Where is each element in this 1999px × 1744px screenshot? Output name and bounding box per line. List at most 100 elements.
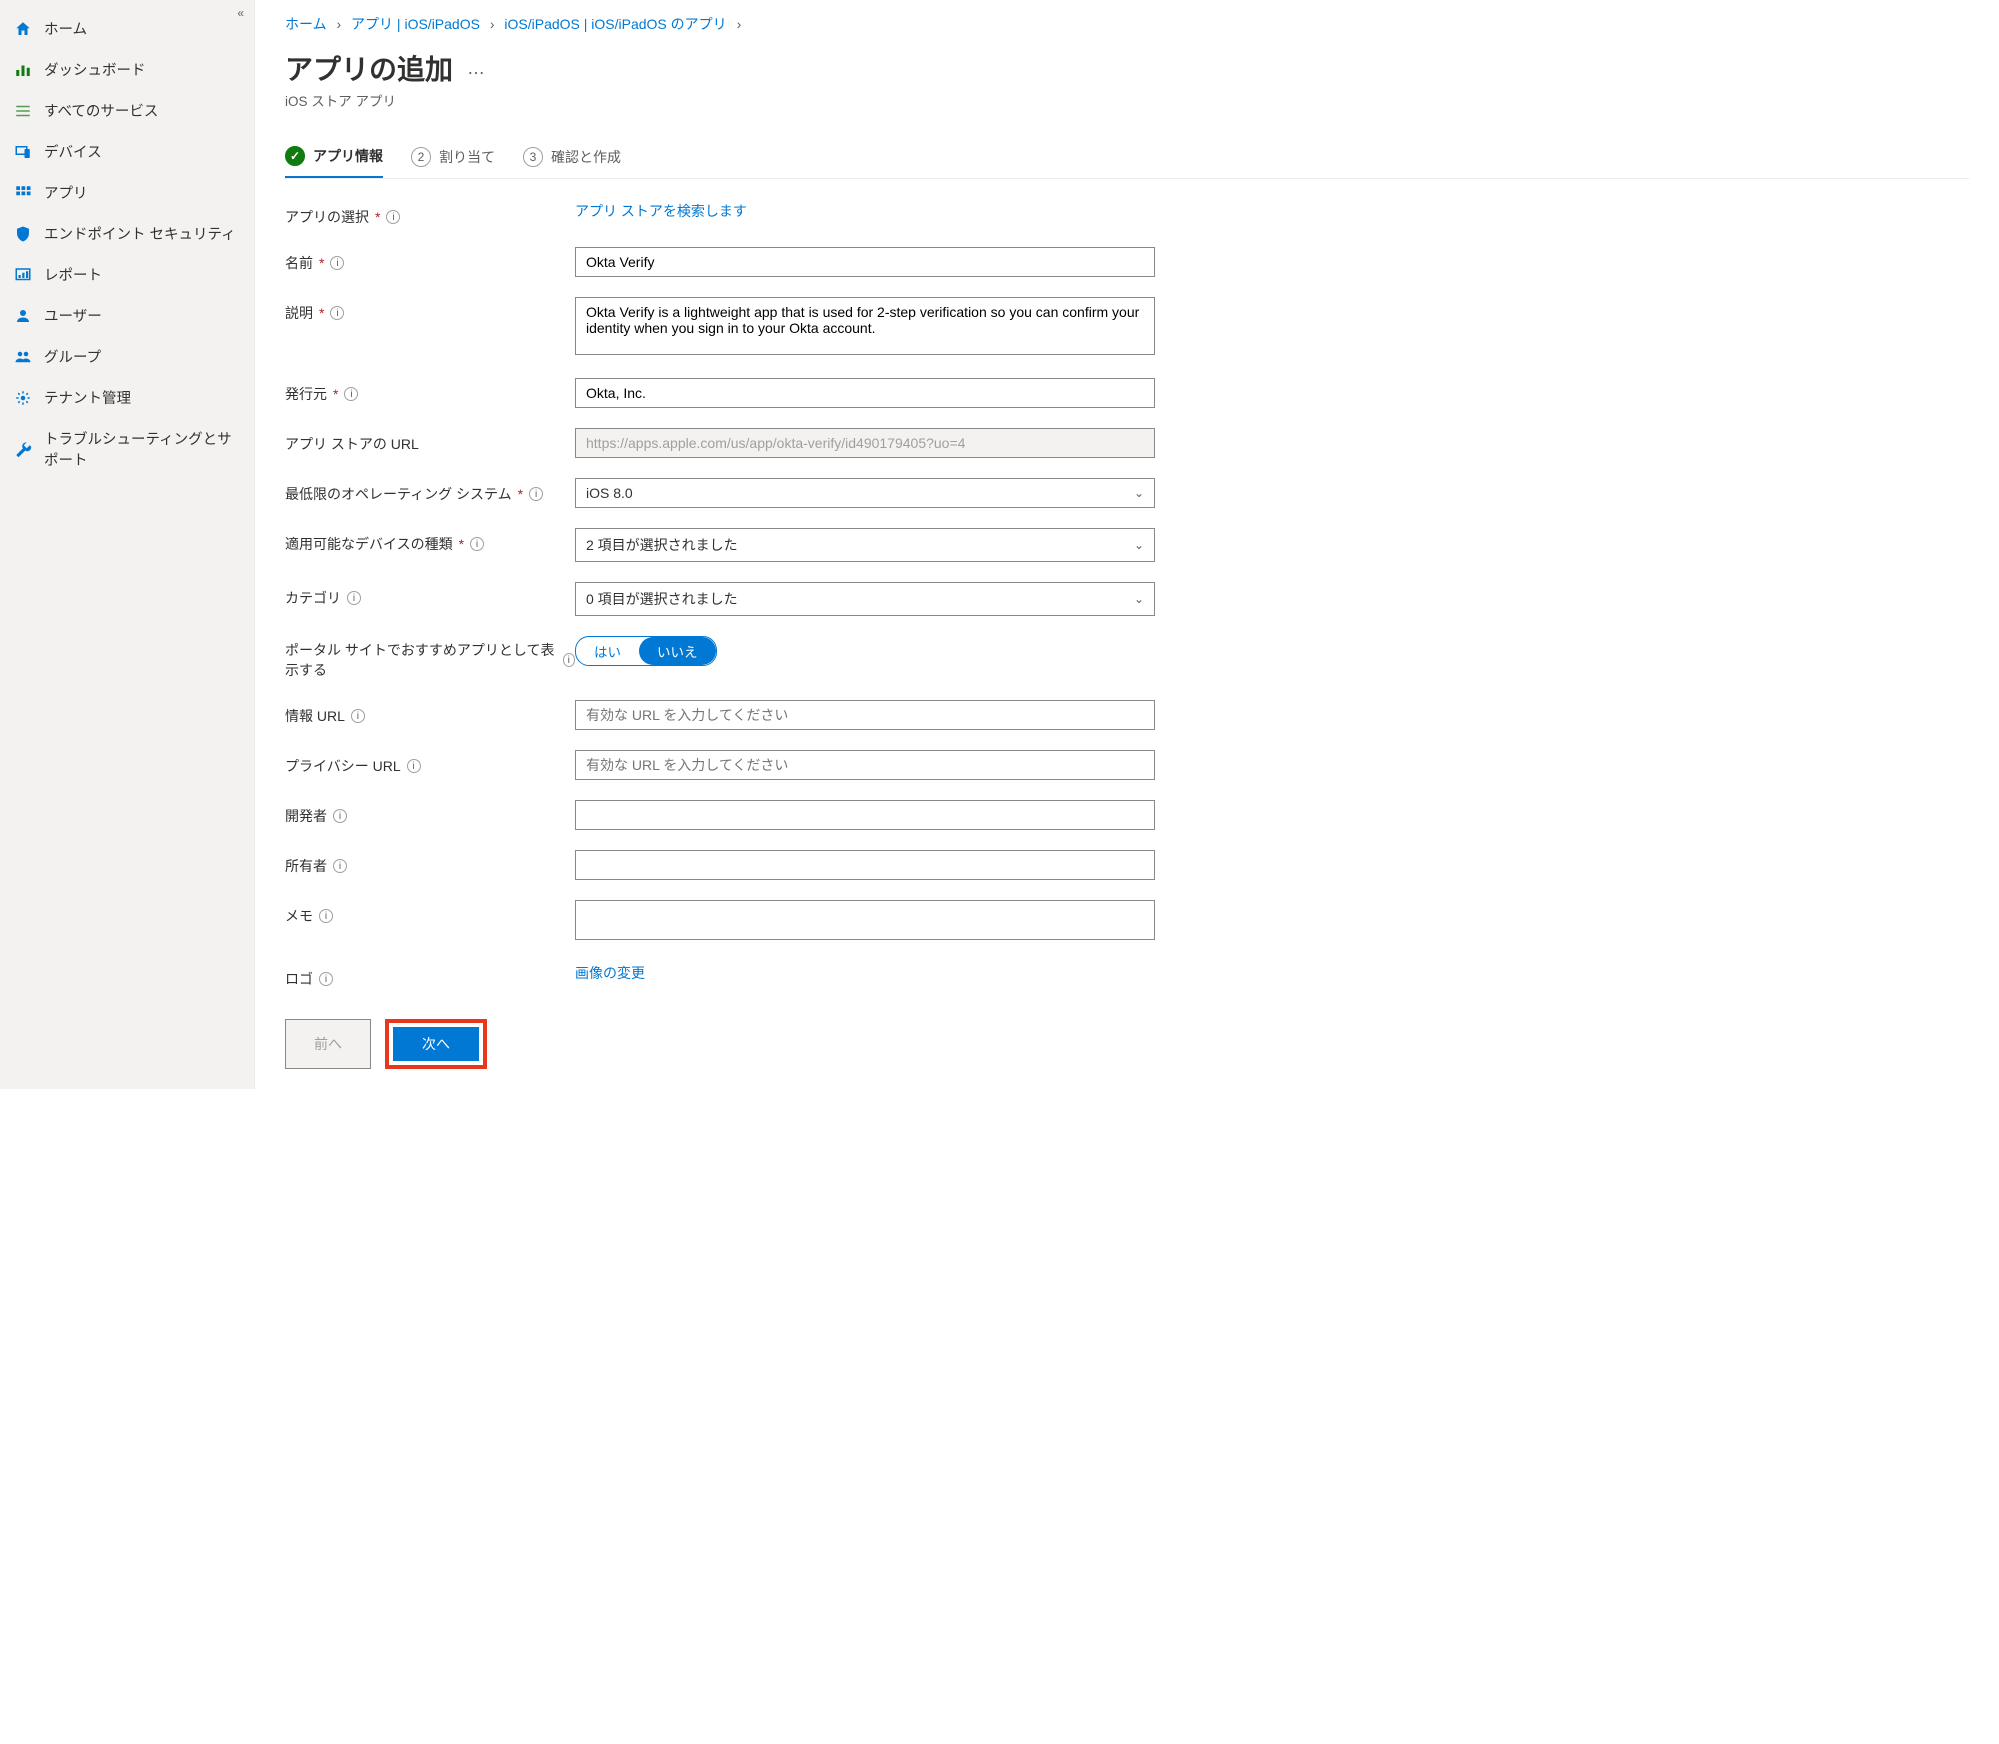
info-url-label: 情報 URL — [285, 706, 345, 726]
name-label: 名前 — [285, 253, 313, 273]
wizard-stepper: ✓ アプリ情報 2 割り当て 3 確認と作成 — [285, 146, 1969, 179]
dropdown-value: 0 項目が選択されました — [586, 589, 738, 609]
breadcrumb-item[interactable]: ホーム — [285, 16, 327, 32]
developer-input[interactable] — [575, 800, 1155, 830]
sidebar-item-tenant-admin[interactable]: テナント管理 — [0, 377, 254, 418]
info-icon[interactable]: i — [319, 972, 333, 986]
privacy-url-label: プライバシー URL — [285, 756, 401, 776]
info-url-input[interactable] — [575, 700, 1155, 730]
prev-button: 前へ — [285, 1019, 371, 1069]
description-input[interactable]: Okta Verify is a lightweight app that is… — [575, 297, 1155, 355]
required-marker: * — [375, 209, 380, 225]
chevron-right-icon: › — [737, 16, 742, 32]
report-icon — [14, 266, 32, 284]
info-icon[interactable]: i — [351, 709, 365, 723]
info-icon[interactable]: i — [333, 859, 347, 873]
owner-label: 所有者 — [285, 856, 327, 876]
step-label: 確認と作成 — [551, 147, 621, 167]
wizard-footer: 前へ 次へ — [285, 1019, 1969, 1069]
info-icon[interactable]: i — [330, 256, 344, 270]
info-icon[interactable]: i — [330, 306, 344, 320]
dropdown-value: iOS 8.0 — [586, 485, 633, 501]
device-type-dropdown[interactable]: 2 項目が選択されました ⌄ — [575, 528, 1155, 562]
chevron-right-icon: › — [336, 16, 341, 32]
sidebar-item-label: ユーザー — [44, 305, 102, 326]
privacy-url-input[interactable] — [575, 750, 1155, 780]
category-dropdown[interactable]: 0 項目が選択されました ⌄ — [575, 582, 1155, 616]
info-icon[interactable]: i — [407, 759, 421, 773]
toggle-no[interactable]: いいえ — [639, 637, 716, 665]
sidebar-item-users[interactable]: ユーザー — [0, 295, 254, 336]
step-number: 3 — [523, 147, 543, 167]
required-marker: * — [333, 386, 338, 402]
sidebar-item-label: エンドポイント セキュリティ — [44, 223, 236, 244]
notes-input[interactable] — [575, 900, 1155, 940]
owner-input[interactable] — [575, 850, 1155, 880]
dropdown-value: 2 項目が選択されました — [586, 535, 738, 555]
sidebar-item-home[interactable]: ホーム — [0, 8, 254, 49]
featured-toggle[interactable]: はい いいえ — [575, 636, 717, 666]
min-os-dropdown[interactable]: iOS 8.0 ⌄ — [575, 478, 1155, 508]
info-icon[interactable]: i — [529, 487, 543, 501]
next-button[interactable]: 次へ — [393, 1027, 479, 1061]
sidebar-item-label: アプリ — [44, 182, 88, 203]
category-label: カテゴリ — [285, 588, 341, 608]
info-icon[interactable]: i — [386, 210, 400, 224]
info-icon[interactable]: i — [344, 387, 358, 401]
sidebar-item-label: ホーム — [44, 18, 87, 39]
sidebar-item-all-services[interactable]: すべてのサービス — [0, 90, 254, 131]
required-marker: * — [459, 536, 464, 552]
list-icon — [14, 102, 32, 120]
select-app-label: アプリの選択 — [285, 207, 369, 227]
description-label: 説明 — [285, 303, 313, 323]
collapse-sidebar-icon[interactable]: « — [237, 6, 244, 20]
more-actions-button[interactable]: … — [467, 58, 485, 79]
chevron-down-icon: ⌄ — [1134, 592, 1144, 606]
main-content: ホーム › アプリ | iOS/iPadOS › iOS/iPadOS | iO… — [255, 0, 1999, 1089]
devices-icon — [14, 143, 32, 161]
step-review-create[interactable]: 3 確認と作成 — [523, 147, 621, 177]
sidebar-item-dashboard[interactable]: ダッシュボード — [0, 49, 254, 90]
sidebar-item-label: テナント管理 — [44, 387, 131, 408]
tenant-icon — [14, 389, 32, 407]
sidebar-item-groups[interactable]: グループ — [0, 336, 254, 377]
step-label: 割り当て — [439, 147, 495, 167]
sidebar-item-label: ダッシュボード — [44, 59, 146, 80]
name-input[interactable] — [575, 247, 1155, 277]
sidebar-item-apps[interactable]: アプリ — [0, 172, 254, 213]
info-icon[interactable]: i — [333, 809, 347, 823]
page-subtitle: iOS ストア アプリ — [285, 90, 1969, 110]
change-image-link[interactable]: 画像の変更 — [575, 959, 645, 981]
chevron-right-icon: › — [490, 16, 495, 32]
info-icon[interactable]: i — [470, 537, 484, 551]
publisher-input[interactable] — [575, 378, 1155, 408]
sidebar-item-endpoint-security[interactable]: エンドポイント セキュリティ — [0, 213, 254, 254]
sidebar-item-devices[interactable]: デバイス — [0, 131, 254, 172]
required-marker: * — [319, 255, 324, 271]
required-marker: * — [518, 486, 523, 502]
publisher-label: 発行元 — [285, 384, 327, 404]
featured-label: ポータル サイトでおすすめアプリとして表示する — [285, 640, 557, 680]
info-icon[interactable]: i — [347, 591, 361, 605]
required-marker: * — [319, 305, 324, 321]
step-app-info[interactable]: ✓ アプリ情報 — [285, 146, 383, 178]
sidebar-item-label: グループ — [44, 346, 101, 367]
info-icon[interactable]: i — [563, 653, 575, 667]
developer-label: 開発者 — [285, 806, 327, 826]
breadcrumb-item[interactable]: iOS/iPadOS | iOS/iPadOS のアプリ — [504, 16, 726, 32]
chevron-down-icon: ⌄ — [1134, 486, 1144, 500]
step-assignments[interactable]: 2 割り当て — [411, 147, 495, 177]
toggle-yes[interactable]: はい — [576, 637, 639, 665]
annotation-highlight: 次へ — [385, 1019, 487, 1069]
search-app-store-link[interactable]: アプリ ストアを検索します — [575, 197, 747, 219]
apps-icon — [14, 184, 32, 202]
info-icon[interactable]: i — [319, 909, 333, 923]
group-icon — [14, 348, 32, 366]
sidebar-item-reports[interactable]: レポート — [0, 254, 254, 295]
dashboard-icon — [14, 61, 32, 79]
sidebar-item-label: すべてのサービス — [44, 100, 158, 121]
step-label: アプリ情報 — [313, 146, 383, 166]
breadcrumb-item[interactable]: アプリ | iOS/iPadOS — [351, 16, 480, 32]
sidebar-item-troubleshoot[interactable]: トラブルシューティングとサポート — [0, 418, 254, 480]
sidebar-item-label: トラブルシューティングとサポート — [44, 428, 240, 470]
